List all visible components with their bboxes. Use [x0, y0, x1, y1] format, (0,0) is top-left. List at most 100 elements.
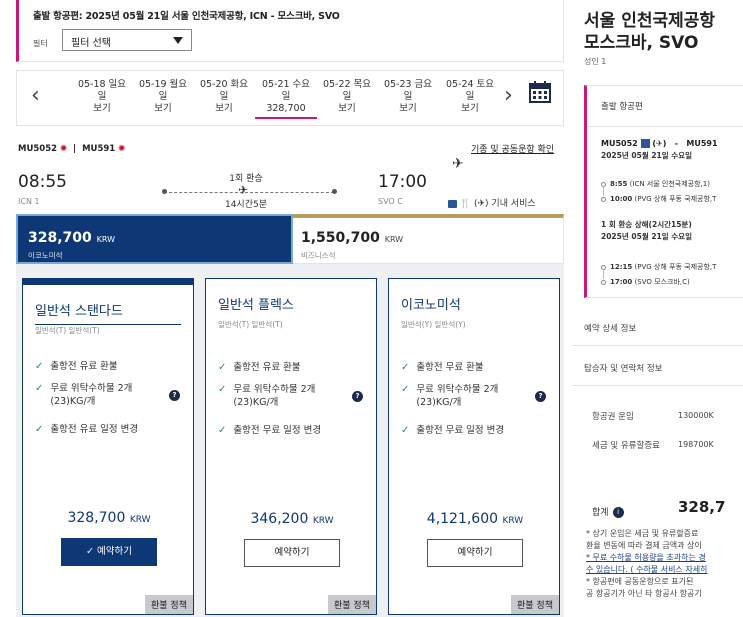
divider: [572, 345, 743, 346]
option-feature: ✓ 무료 위탁수하물 2개 (23)KG/개: [401, 384, 499, 408]
check-icon: ✓: [401, 425, 410, 436]
date-tab-date: 05-24 토요: [445, 79, 495, 90]
option-feature: ✓ 무료 위탁수하물 2개 (23)KG/개: [35, 383, 133, 407]
option-subtitle: 일반석(Y) 일반석(Y): [401, 320, 466, 329]
option-feature: ✓ 출항전 유료 일정 변경: [35, 424, 139, 435]
date-tab-day: 일: [465, 91, 475, 102]
arrival-airport: SVO C: [378, 197, 403, 206]
flight-info: MU5052 ✺ | MU591 ✺ 08:55 ICN 1 1회 환승 ✈ 1…: [16, 140, 564, 212]
fare-economy[interactable]: 328,700 KRW 이코노미석: [16, 214, 293, 264]
filter-select-value: 필터 선택: [71, 38, 111, 49]
route-dot: [162, 189, 167, 194]
option-feature: ✓ 출항전 무료 일정 변경: [401, 425, 505, 436]
check-icon: ✓: [218, 362, 227, 373]
filter-select[interactable]: 필터 선택: [62, 29, 192, 51]
filter-label: 필터: [33, 39, 48, 48]
contact-info-link[interactable]: 탑승자 및 연락처 정보: [584, 362, 663, 374]
summary-title: 서울 인천국제공항 모스크바, SVO: [584, 10, 715, 54]
fare-option-card[interactable]: 일반석 스탠다드 일반석(T) 일반석(T) ✓ 출항전 유료 환불 ✓ 무료 위탁수하물…: [22, 278, 194, 615]
date-tab[interactable]: 05-22 목요 일 보기: [316, 79, 378, 115]
wifi-plane-icon: (✈): [652, 139, 667, 148]
codeshare-link[interactable]: 기종 및 공동운항 확인: [471, 144, 566, 156]
book-button[interactable]: ✓ 예약하기: [61, 538, 157, 566]
date-tab[interactable]: 05-18 일요 일 보기: [71, 79, 133, 115]
date-tab-date: 05-20 화요: [199, 79, 249, 90]
date-tab-price: 보기: [399, 103, 417, 114]
option-feature: ✓ 출항전 무료 일정 변경: [218, 425, 322, 436]
summary-stop: 12:15 (PVG 상해 푸동 국제공항,T: [601, 262, 716, 272]
tax-value: 198700K: [678, 440, 714, 449]
help-icon[interactable]: ?: [352, 391, 363, 402]
option-feature: ✓ 출항전 무료 환불: [401, 362, 484, 373]
book-button[interactable]: 예약하기: [244, 539, 340, 567]
summary-title-origin: 서울 인천국제공항: [584, 11, 716, 31]
option-title: 이코노미석: [401, 298, 461, 313]
date-tab[interactable]: 05-23 금요 일 보기: [377, 79, 439, 115]
date-tab-price: 보기: [338, 103, 356, 114]
divider: [572, 385, 743, 386]
date-tab-price: 보기: [93, 103, 111, 114]
calendar-icon[interactable]: [529, 81, 551, 103]
refund-policy-tag[interactable]: 환불 정책: [145, 595, 193, 614]
date-tab[interactable]: 05-19 월요 일 보기: [132, 79, 194, 115]
check-icon: ✓: [35, 424, 44, 435]
chevron-right-icon[interactable]: ›: [504, 83, 513, 108]
summary-transfer-date: 2025년 05월 21일 수요일: [601, 232, 692, 241]
date-tab-price: 보기: [154, 103, 172, 114]
flight-header: 출발 항공편: 2025년 05월 21일 서울 인천국제공항, ICN - 모…: [16, 0, 564, 62]
date-tab-day: 일: [219, 91, 229, 102]
fare-option-card[interactable]: 일반석 플렉스 일반석(T) 일반석(T) ✓ 출항전 유료 환불 ✓ 무료 위탁수하물 …: [205, 278, 377, 615]
summary-flight-dash: -: [674, 139, 679, 148]
wifi-plane-icon: (✈): [473, 199, 489, 209]
help-icon[interactable]: ?: [169, 390, 180, 401]
chevron-left-icon[interactable]: ‹: [31, 83, 40, 108]
option-subtitle: 일반석(T) 일반석(T): [218, 320, 283, 329]
summary-transfer: 1 회 환승 상해(2시간15분): [601, 220, 692, 229]
check-icon: ✓: [401, 384, 410, 395]
baggage-link[interactable]: * 무료 수하물 허용량을 초과하는 경: [586, 552, 743, 564]
date-tab-price: 보기: [461, 103, 479, 114]
route-line: [164, 192, 334, 193]
option-subtitle: 일반석(T) 일반석(T): [35, 326, 100, 335]
booking-details-link[interactable]: 예약 상세 정보: [584, 322, 636, 334]
date-tab-day: 일: [342, 91, 352, 102]
option-price: 328,700 KRW: [67, 510, 151, 526]
summary-stop: 8:55 (ICN 서울 인천국제공항,1): [601, 179, 710, 189]
airline-codes: MU5052 ✺ | MU591 ✺: [18, 144, 126, 154]
refund-policy-tag[interactable]: 환불 정책: [511, 595, 559, 614]
baggage-detail-link[interactable]: 수 있습니다. ( 수하물 서비스 자세히: [586, 564, 743, 576]
book-button[interactable]: 예약하기: [427, 539, 523, 567]
summary-flight-code: MU5052: [601, 139, 638, 148]
option-price: 346,200 KRW: [250, 511, 334, 527]
route-dot: [332, 189, 337, 194]
fare-option-card[interactable]: 이코노미석일반석(Y) 일반석(Y) ✓ 출항전 무료 환불 ✓ 무료 위탁수하물 2개…: [388, 278, 560, 615]
summary-stop: 10:00 (PVG 상해 푸동 국제공항,T: [601, 194, 716, 204]
china-eastern-logo-icon: ✺: [60, 144, 68, 154]
flight-code-1: MU5052: [18, 144, 58, 154]
refund-policy-tag[interactable]: 환불 정책: [328, 595, 376, 614]
arrival-time: 17:00: [378, 172, 427, 192]
date-tab-day: 일: [281, 91, 291, 102]
itinerary-header: 출발 항공편: [601, 102, 643, 112]
summary-stop: 17:00 (SVO 모스크바,C): [601, 277, 690, 287]
summary-flight-line: MU5052 (✈) - MU591: [601, 139, 718, 148]
help-icon[interactable]: ?: [535, 391, 546, 402]
date-tab-price: 보기: [215, 103, 233, 114]
date-tab-price: 328,700: [266, 103, 306, 114]
plane-icon: ✈: [238, 183, 249, 197]
date-tab[interactable]: 05-20 화요 일 보기: [193, 79, 255, 115]
date-tab-date: 05-21 수요: [261, 79, 311, 90]
inflight-services[interactable]: 🍴 (✈) 기내 서비스: [448, 196, 536, 209]
departure-airport: ICN 1: [18, 197, 40, 206]
date-tab[interactable]: 05-24 토요 일 보기: [439, 79, 501, 115]
date-tab-day: 일: [97, 91, 107, 102]
summary-flight-code-2: MU591: [686, 139, 718, 148]
flight-title: 출발 항공편: 2025년 05월 21일 서울 인천국제공항, ICN - 모…: [33, 11, 340, 22]
date-tab-date: 05-23 금요: [383, 79, 433, 90]
fare-business[interactable]: 1,550,700 KRW 비즈니스석: [293, 214, 564, 264]
date-tab-date: 05-22 목요: [322, 79, 372, 90]
plane-icon: ✈: [452, 156, 464, 172]
results-panel: 출발 항공편: 2025년 05월 21일 서울 인천국제공항, ICN - 모…: [16, 0, 564, 617]
info-icon[interactable]: i: [612, 507, 624, 518]
date-tab[interactable]: 05-21 수요 일 328,700: [255, 79, 317, 119]
